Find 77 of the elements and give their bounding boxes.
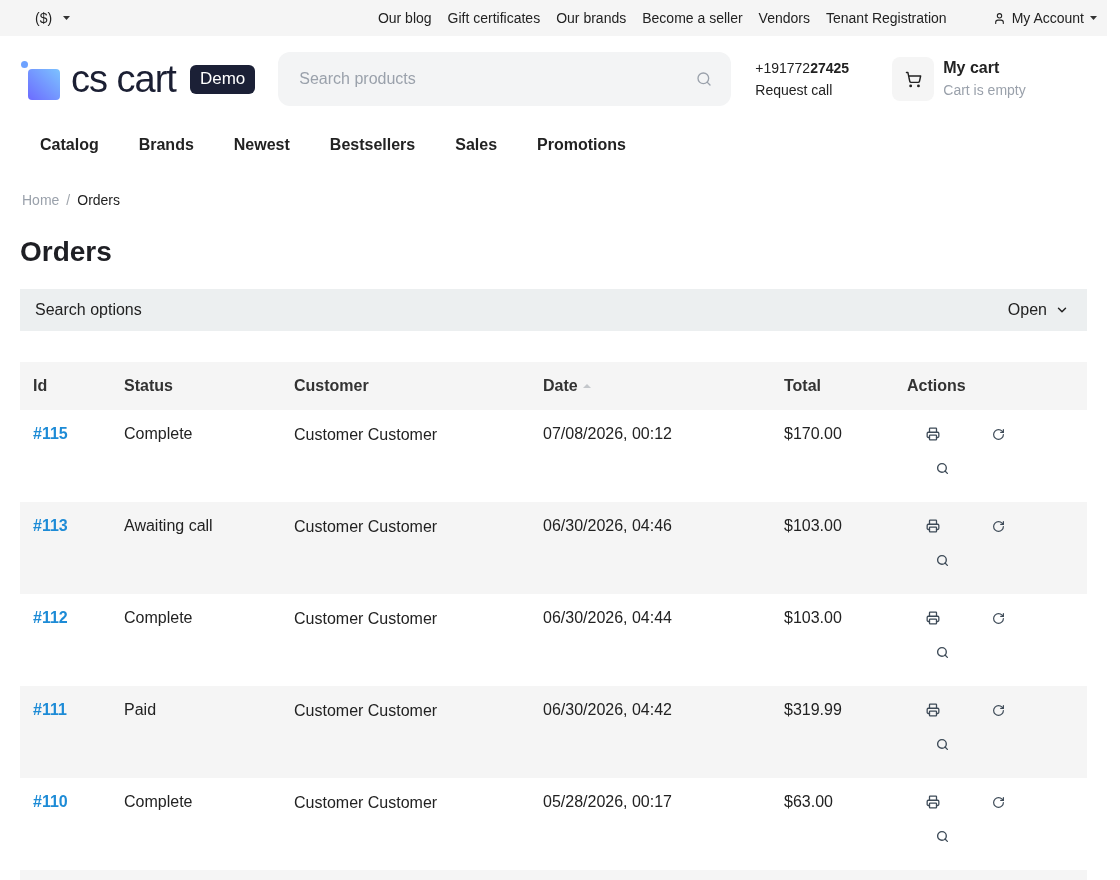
search-field[interactable]: Search products (278, 52, 732, 106)
refresh-icon[interactable] (992, 519, 1005, 533)
phone-number: +19177227425 (755, 59, 851, 78)
top-link[interactable]: Gift certificates (447, 7, 541, 29)
user-icon (992, 11, 1006, 25)
search-icon[interactable] (936, 554, 949, 567)
request-call-link[interactable]: Request call (755, 79, 869, 101)
search-icon[interactable] (936, 462, 949, 475)
refresh-icon[interactable] (992, 611, 1005, 625)
nav-link[interactable]: Brands (118, 133, 214, 157)
print-icon[interactable] (926, 611, 940, 625)
order-id-link[interactable]: #115 (33, 425, 68, 442)
customer-name: Customer Customer (294, 518, 438, 535)
order-status: Complete (124, 609, 193, 626)
customer-name: Customer Customer (294, 794, 438, 811)
order-date: 06/30/2026, 04:46 (543, 517, 672, 534)
order-id-link[interactable]: #112 (33, 609, 68, 626)
column-header[interactable]: Customer (294, 374, 369, 398)
search-icon[interactable] (936, 646, 949, 659)
open-toggle[interactable]: Open (1007, 298, 1069, 322)
cart-status: Cart is empty (943, 81, 1026, 100)
top-link[interactable]: Our blog (377, 7, 432, 29)
search-icon[interactable] (936, 830, 949, 843)
order-total: $63.00 (784, 793, 833, 810)
column-header[interactable]: Status (124, 374, 173, 398)
order-total: $170.00 (784, 425, 842, 442)
customer-name: Customer Customer (294, 426, 438, 443)
page-title: Orders (20, 235, 113, 269)
column-header[interactable]: Total (784, 374, 822, 398)
order-total: $103.00 (784, 609, 842, 626)
breadcrumb-current: Orders (77, 190, 121, 210)
search-options-label: Search options (35, 300, 142, 320)
currency-selector[interactable]: ($) (35, 7, 71, 29)
order-status: Complete (124, 793, 193, 810)
order-status: Complete (124, 425, 193, 442)
nav-link[interactable]: Catalog (20, 133, 119, 157)
top-link[interactable]: Become a seller (642, 7, 743, 29)
order-total: $103.00 (784, 517, 842, 534)
print-icon[interactable] (926, 703, 940, 717)
customer-name: Customer Customer (294, 610, 438, 627)
order-date: 07/08/2026, 00:12 (543, 425, 672, 442)
order-status: Paid (124, 701, 157, 718)
breadcrumb-separator: / (66, 190, 71, 210)
demo-badge: Demo (189, 64, 256, 94)
top-link[interactable]: Vendors (758, 7, 810, 29)
order-date: 06/30/2026, 04:44 (543, 609, 672, 626)
order-id-link[interactable]: #110 (33, 793, 68, 810)
cart-icon[interactable] (892, 57, 935, 101)
search-options-bar[interactable]: Search options Open (20, 289, 1087, 331)
caret-icon (63, 16, 71, 20)
print-icon[interactable] (926, 519, 940, 533)
logo-text: cs cart (71, 60, 176, 98)
top-link[interactable]: Our brands (556, 7, 627, 29)
refresh-icon[interactable] (992, 703, 1005, 717)
order-date: 05/28/2026, 00:17 (543, 793, 672, 810)
nav-link[interactable]: Bestsellers (309, 133, 436, 157)
refresh-icon[interactable] (992, 795, 1005, 809)
print-icon[interactable] (926, 427, 940, 441)
customer-name: Customer Customer (294, 702, 438, 719)
refresh-icon[interactable] (992, 427, 1005, 441)
column-header[interactable]: Actions (907, 374, 966, 398)
column-header[interactable]: Id (33, 374, 48, 398)
print-icon[interactable] (926, 795, 940, 809)
account-menu[interactable]: My Account (992, 7, 1097, 29)
logo-icon (20, 60, 60, 100)
order-total: $319.99 (784, 701, 842, 718)
order-status: Awaiting call (124, 517, 213, 534)
cart-title[interactable]: My cart (943, 57, 1026, 79)
caret-icon (1090, 16, 1097, 20)
logo[interactable]: cs cart (20, 57, 176, 101)
column-header[interactable]: Date (543, 374, 578, 398)
order-date: 06/30/2026, 04:42 (543, 701, 672, 718)
nav-link[interactable]: Newest (213, 133, 310, 157)
top-link[interactable]: Tenant Registration (826, 7, 947, 29)
nav-link[interactable]: Promotions (517, 133, 646, 157)
search-icon[interactable] (936, 738, 949, 751)
nav-link[interactable]: Sales (435, 133, 518, 157)
